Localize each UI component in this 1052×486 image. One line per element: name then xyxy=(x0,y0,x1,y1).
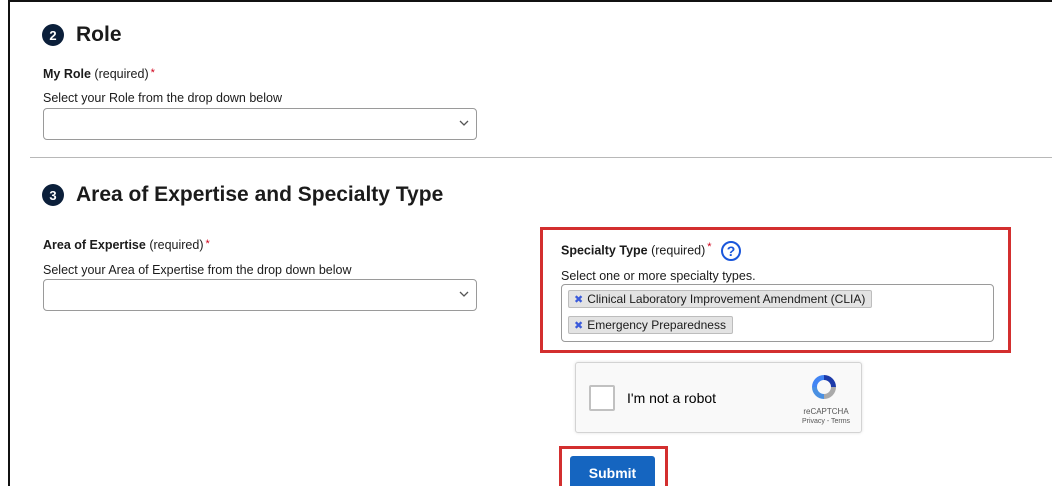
specialty-type-multiselect[interactable]: ✖ Clinical Laboratory Improvement Amendm… xyxy=(561,284,994,342)
area-of-expertise-hint: Select your Area of Expertise from the d… xyxy=(43,263,352,277)
area-of-expertise-label: Area of Expertise (required) * xyxy=(43,238,210,252)
help-circle-icon[interactable]: ? xyxy=(721,241,742,261)
step-badge-3: 3 xyxy=(42,184,64,206)
my-role-select[interactable] xyxy=(43,108,477,140)
step-badge-2: 2 xyxy=(42,24,64,46)
recaptcha-label: I'm not a robot xyxy=(627,390,717,406)
specialty-type-label: Specialty Type (required) * ? xyxy=(561,241,742,261)
specialty-chip: ✖ Emergency Preparedness xyxy=(568,316,733,334)
submit-button[interactable]: Submit xyxy=(570,456,655,486)
area-of-expertise-qualifier: (required) xyxy=(149,238,204,252)
expertise-section-title: Area of Expertise and Specialty Type xyxy=(76,183,444,206)
my-role-hint: Select your Role from the drop down belo… xyxy=(43,91,283,105)
recaptcha-logo-icon xyxy=(812,375,836,399)
area-of-expertise-required-mark: * xyxy=(205,238,210,250)
my-role-label-text: My Role xyxy=(43,67,91,81)
area-of-expertise-select[interactable] xyxy=(43,279,477,311)
section-divider xyxy=(30,157,1052,158)
expertise-section-header: 3 Area of Expertise and Specialty Type xyxy=(42,183,443,207)
chip-remove-icon[interactable]: ✖ xyxy=(574,319,583,332)
specialty-type-hint: Select one or more specialty types. xyxy=(561,269,756,283)
role-section-header: 2 Role xyxy=(42,23,122,47)
chevron-down-icon xyxy=(459,291,469,297)
specialty-type-required-mark: * xyxy=(707,241,712,253)
area-of-expertise-label-text: Area of Expertise xyxy=(43,238,146,252)
recaptcha-checkbox[interactable] xyxy=(589,385,615,411)
specialty-chip-label: Clinical Laboratory Improvement Amendmen… xyxy=(587,292,866,306)
specialty-chip-label: Emergency Preparedness xyxy=(587,318,726,332)
chip-remove-icon[interactable]: ✖ xyxy=(574,293,583,306)
recaptcha-brand: reCAPTCHA xyxy=(803,407,849,416)
my-role-qualifier: (required) xyxy=(94,67,149,81)
role-section-title: Role xyxy=(76,23,122,46)
specialty-chip: ✖ Clinical Laboratory Improvement Amendm… xyxy=(568,290,873,308)
my-role-required-mark: * xyxy=(150,67,155,79)
recaptcha-privacy-terms[interactable]: Privacy - Terms xyxy=(796,418,856,425)
my-role-label: My Role (required) * xyxy=(43,67,155,81)
recaptcha-widget: I'm not a robot reCAPTCHA Privacy - Term… xyxy=(575,362,862,433)
specialty-type-label-text: Specialty Type xyxy=(561,243,648,258)
specialty-type-qualifier: (required) xyxy=(651,243,706,258)
chevron-down-icon xyxy=(459,120,469,126)
